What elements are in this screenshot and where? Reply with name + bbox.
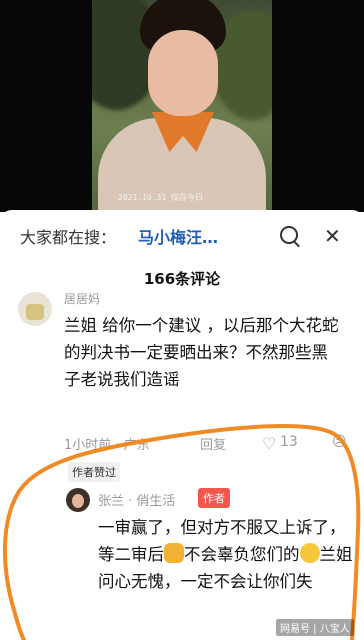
like-count: 13 — [280, 434, 298, 450]
close-icon[interactable]: ✕ — [324, 224, 341, 248]
dislike-icon[interactable]: ☹ — [332, 434, 347, 450]
comment-text: 兰姐 给你一个建议 ，以后那个大花蛇的判决书一定要晒出来？不然那些黑子老说我们造… — [64, 316, 339, 389]
thumbs-up-emoji-icon — [164, 543, 184, 563]
trending-search-bar[interactable]: 大家都在搜： 马小梅汪… ✕ — [0, 216, 364, 252]
video-timestamp: 2021.10.31 保存今日 — [118, 193, 203, 202]
video-player[interactable]: 2021.10.31 保存今日 — [0, 0, 364, 212]
search-term-link[interactable]: 马小梅汪… — [138, 224, 218, 248]
avatar[interactable] — [18, 292, 52, 326]
heart-eyes-emoji-icon — [299, 543, 320, 563]
watermark: 网易号 | 八宝人 — [276, 619, 354, 636]
heart-icon[interactable]: ♡ — [262, 434, 276, 453]
author-badge: 作者 — [198, 488, 230, 508]
video-frame — [92, 0, 272, 212]
author-liked-tag: 作者赞过 — [68, 462, 120, 482]
avatar[interactable] — [66, 488, 90, 512]
search-icon[interactable] — [280, 226, 298, 244]
person-face — [148, 30, 218, 116]
comment-username[interactable]: 居居妈 — [64, 290, 100, 307]
comment-time-location: 1小时前 · 广东 — [64, 438, 150, 453]
comment-count-title: 166条评论 — [143, 270, 221, 288]
reply-text-part: 不会辜负您们的 — [184, 545, 300, 564]
search-prefix-label: 大家都在搜： — [20, 228, 117, 247]
reply-username[interactable]: 张兰 · 俏生活 — [98, 490, 175, 509]
reply-text: 一审赢了，但对方不服又上诉了，等二审后 不会辜负您们的 兰姐问心无愧，一定不会让你们… — [98, 514, 360, 595]
reply-button[interactable]: 回复 — [200, 434, 226, 453]
